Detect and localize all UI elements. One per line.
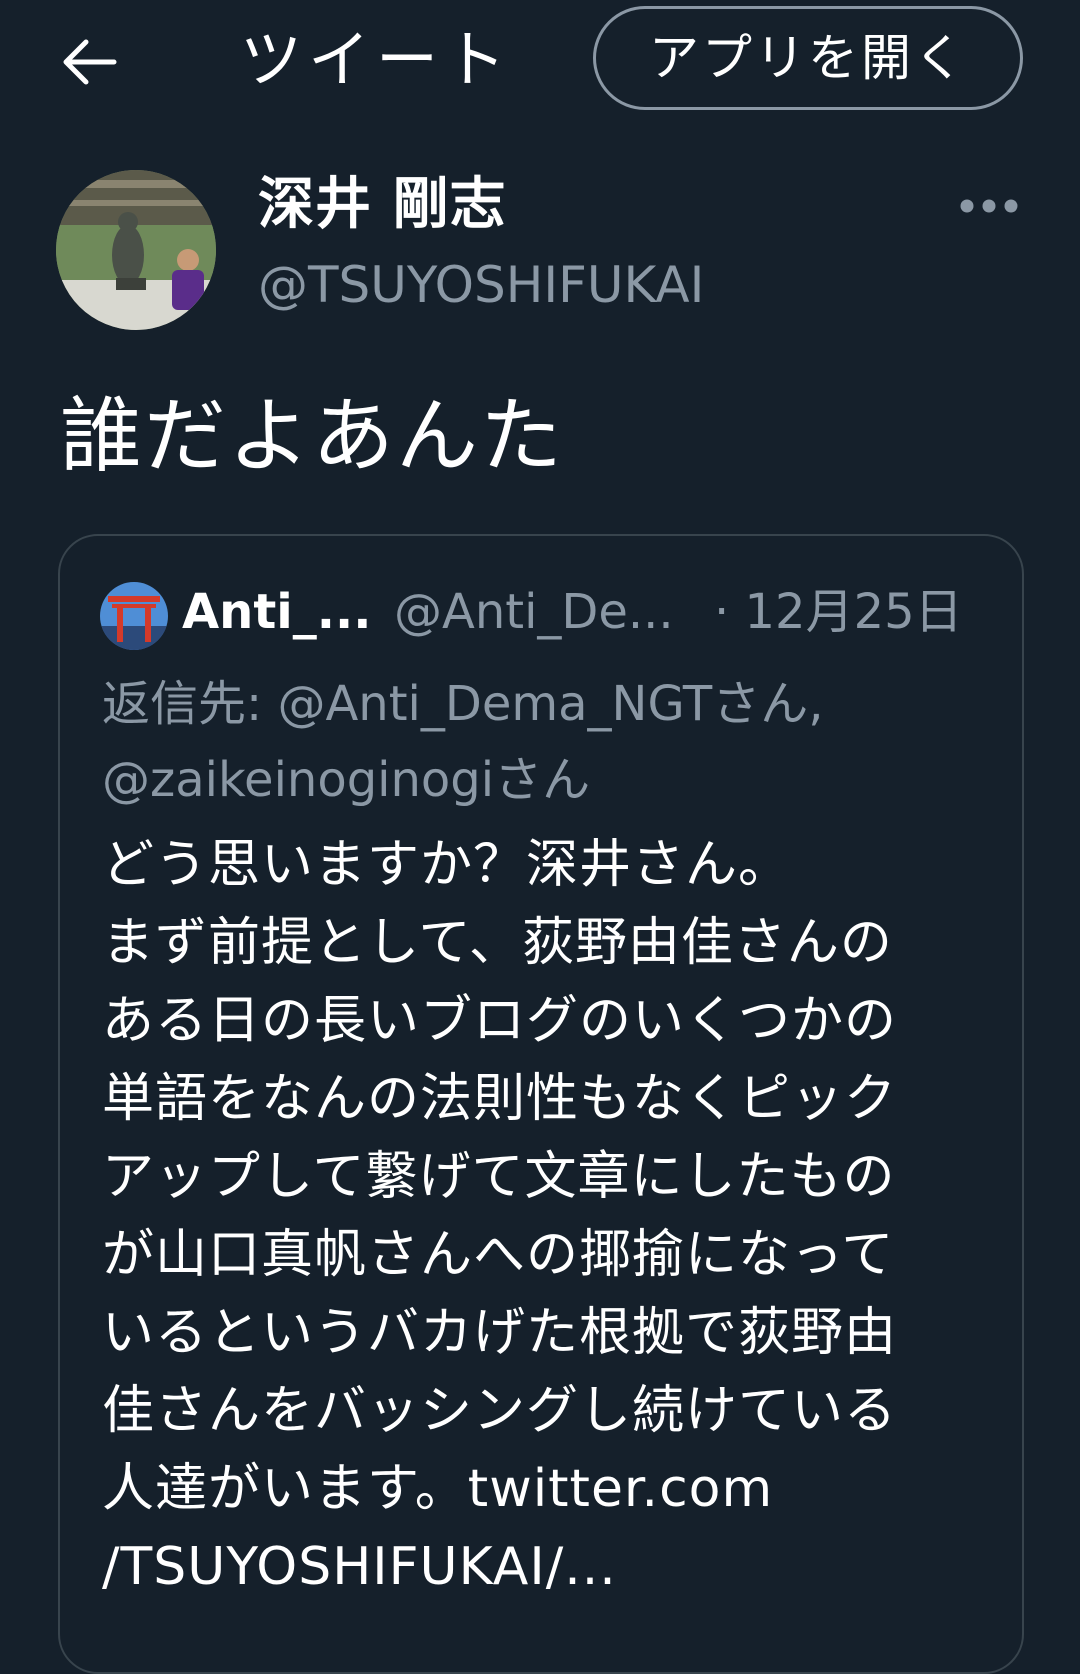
top-bar: ツイート アプリを開く <box>0 0 1080 118</box>
quoted-author-handle: @Anti_De... <box>394 584 674 640</box>
quoted-body-line: いるというバカげた根拠で荻野由 <box>102 1303 898 1363</box>
tweet-text: 誰だよあんた <box>60 389 565 484</box>
quoted-body-line: まず前提として、荻野由佳さんの <box>102 913 893 973</box>
quoted-body-line: が山口真帆さんへの揶揄になって <box>102 1225 895 1285</box>
quoted-body-line: どう思いますか？深井さん。 <box>102 835 792 895</box>
reply-mention-2[interactable]: @zaikeinoginogiさん <box>102 752 590 808</box>
more-options-button[interactable] <box>958 196 1020 216</box>
quoted-body-line: アップして繋げて文章にしたもの <box>102 1147 896 1207</box>
reply-prefix: 返信先: <box>102 676 263 732</box>
quoted-author-name: Anti_... <box>182 584 372 640</box>
quoted-body-line: 佳さんをバッシングし続けている <box>102 1381 898 1441</box>
quoted-body-line: ある日の長いブログのいくつかの <box>102 991 898 1051</box>
page-title: ツイート <box>240 23 513 96</box>
reply-to-line: 返信先: @Anti_Dema_NGTさん, @zaikeinoginogiさん <box>102 666 962 818</box>
quoted-body-line: 単語をなんの法則性もなくピック <box>102 1069 898 1129</box>
reply-mention-1[interactable]: @Anti_Dema_NGTさん, <box>277 676 823 732</box>
author-avatar-image <box>56 170 216 330</box>
author-handle[interactable]: @TSUYOSHIFUKAI <box>258 252 704 318</box>
author-name[interactable]: 深井 剛志 <box>258 170 507 240</box>
quoted-body-link[interactable]: /TSUYOSHIFUKAI/... <box>102 1528 982 1606</box>
author-avatar[interactable] <box>56 170 216 330</box>
back-button[interactable] <box>58 36 120 88</box>
quoted-body-line: 人達がいます。twitter.com <box>102 1459 774 1519</box>
open-app-button[interactable]: アプリを開く <box>593 6 1023 110</box>
quoted-author-avatar-image <box>100 582 168 650</box>
quoted-author-avatar <box>100 582 168 650</box>
quoted-tweet-card[interactable]: Anti_... @Anti_De... · 12月25日 返信先: @Anti… <box>58 534 1024 1674</box>
back-arrow-icon <box>63 39 117 85</box>
quoted-tweet-body: どう思いますか？深井さん。 まず前提として、荻野由佳さんの ある日の長いブログの… <box>102 826 982 1606</box>
quoted-tweet-date: · 12月25日 <box>714 584 963 640</box>
more-horizontal-icon <box>960 199 1018 213</box>
